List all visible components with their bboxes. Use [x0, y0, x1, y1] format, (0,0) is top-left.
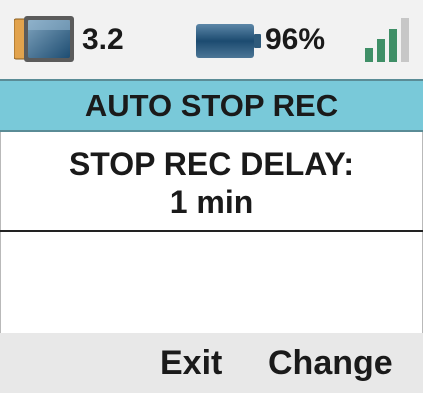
setting-value: 1 min — [169, 184, 254, 220]
setting-label: STOP REC DELAY: — [68, 146, 355, 182]
sd-card-icon — [14, 16, 74, 62]
softkey-bar: Exit Change — [0, 333, 423, 393]
setting-panel: STOP REC DELAY: 1 min — [0, 132, 423, 232]
exit-softkey[interactable]: Exit — [160, 343, 222, 383]
screen-title: AUTO STOP REC — [0, 79, 423, 132]
signal-strength-icon — [365, 18, 409, 62]
change-softkey[interactable]: Change — [268, 343, 393, 383]
battery-percentage: 96% — [265, 23, 326, 56]
battery-icon — [196, 24, 261, 58]
storage-value: 3.2 — [82, 23, 124, 56]
status-bar: 3.2 96% — [0, 0, 423, 79]
